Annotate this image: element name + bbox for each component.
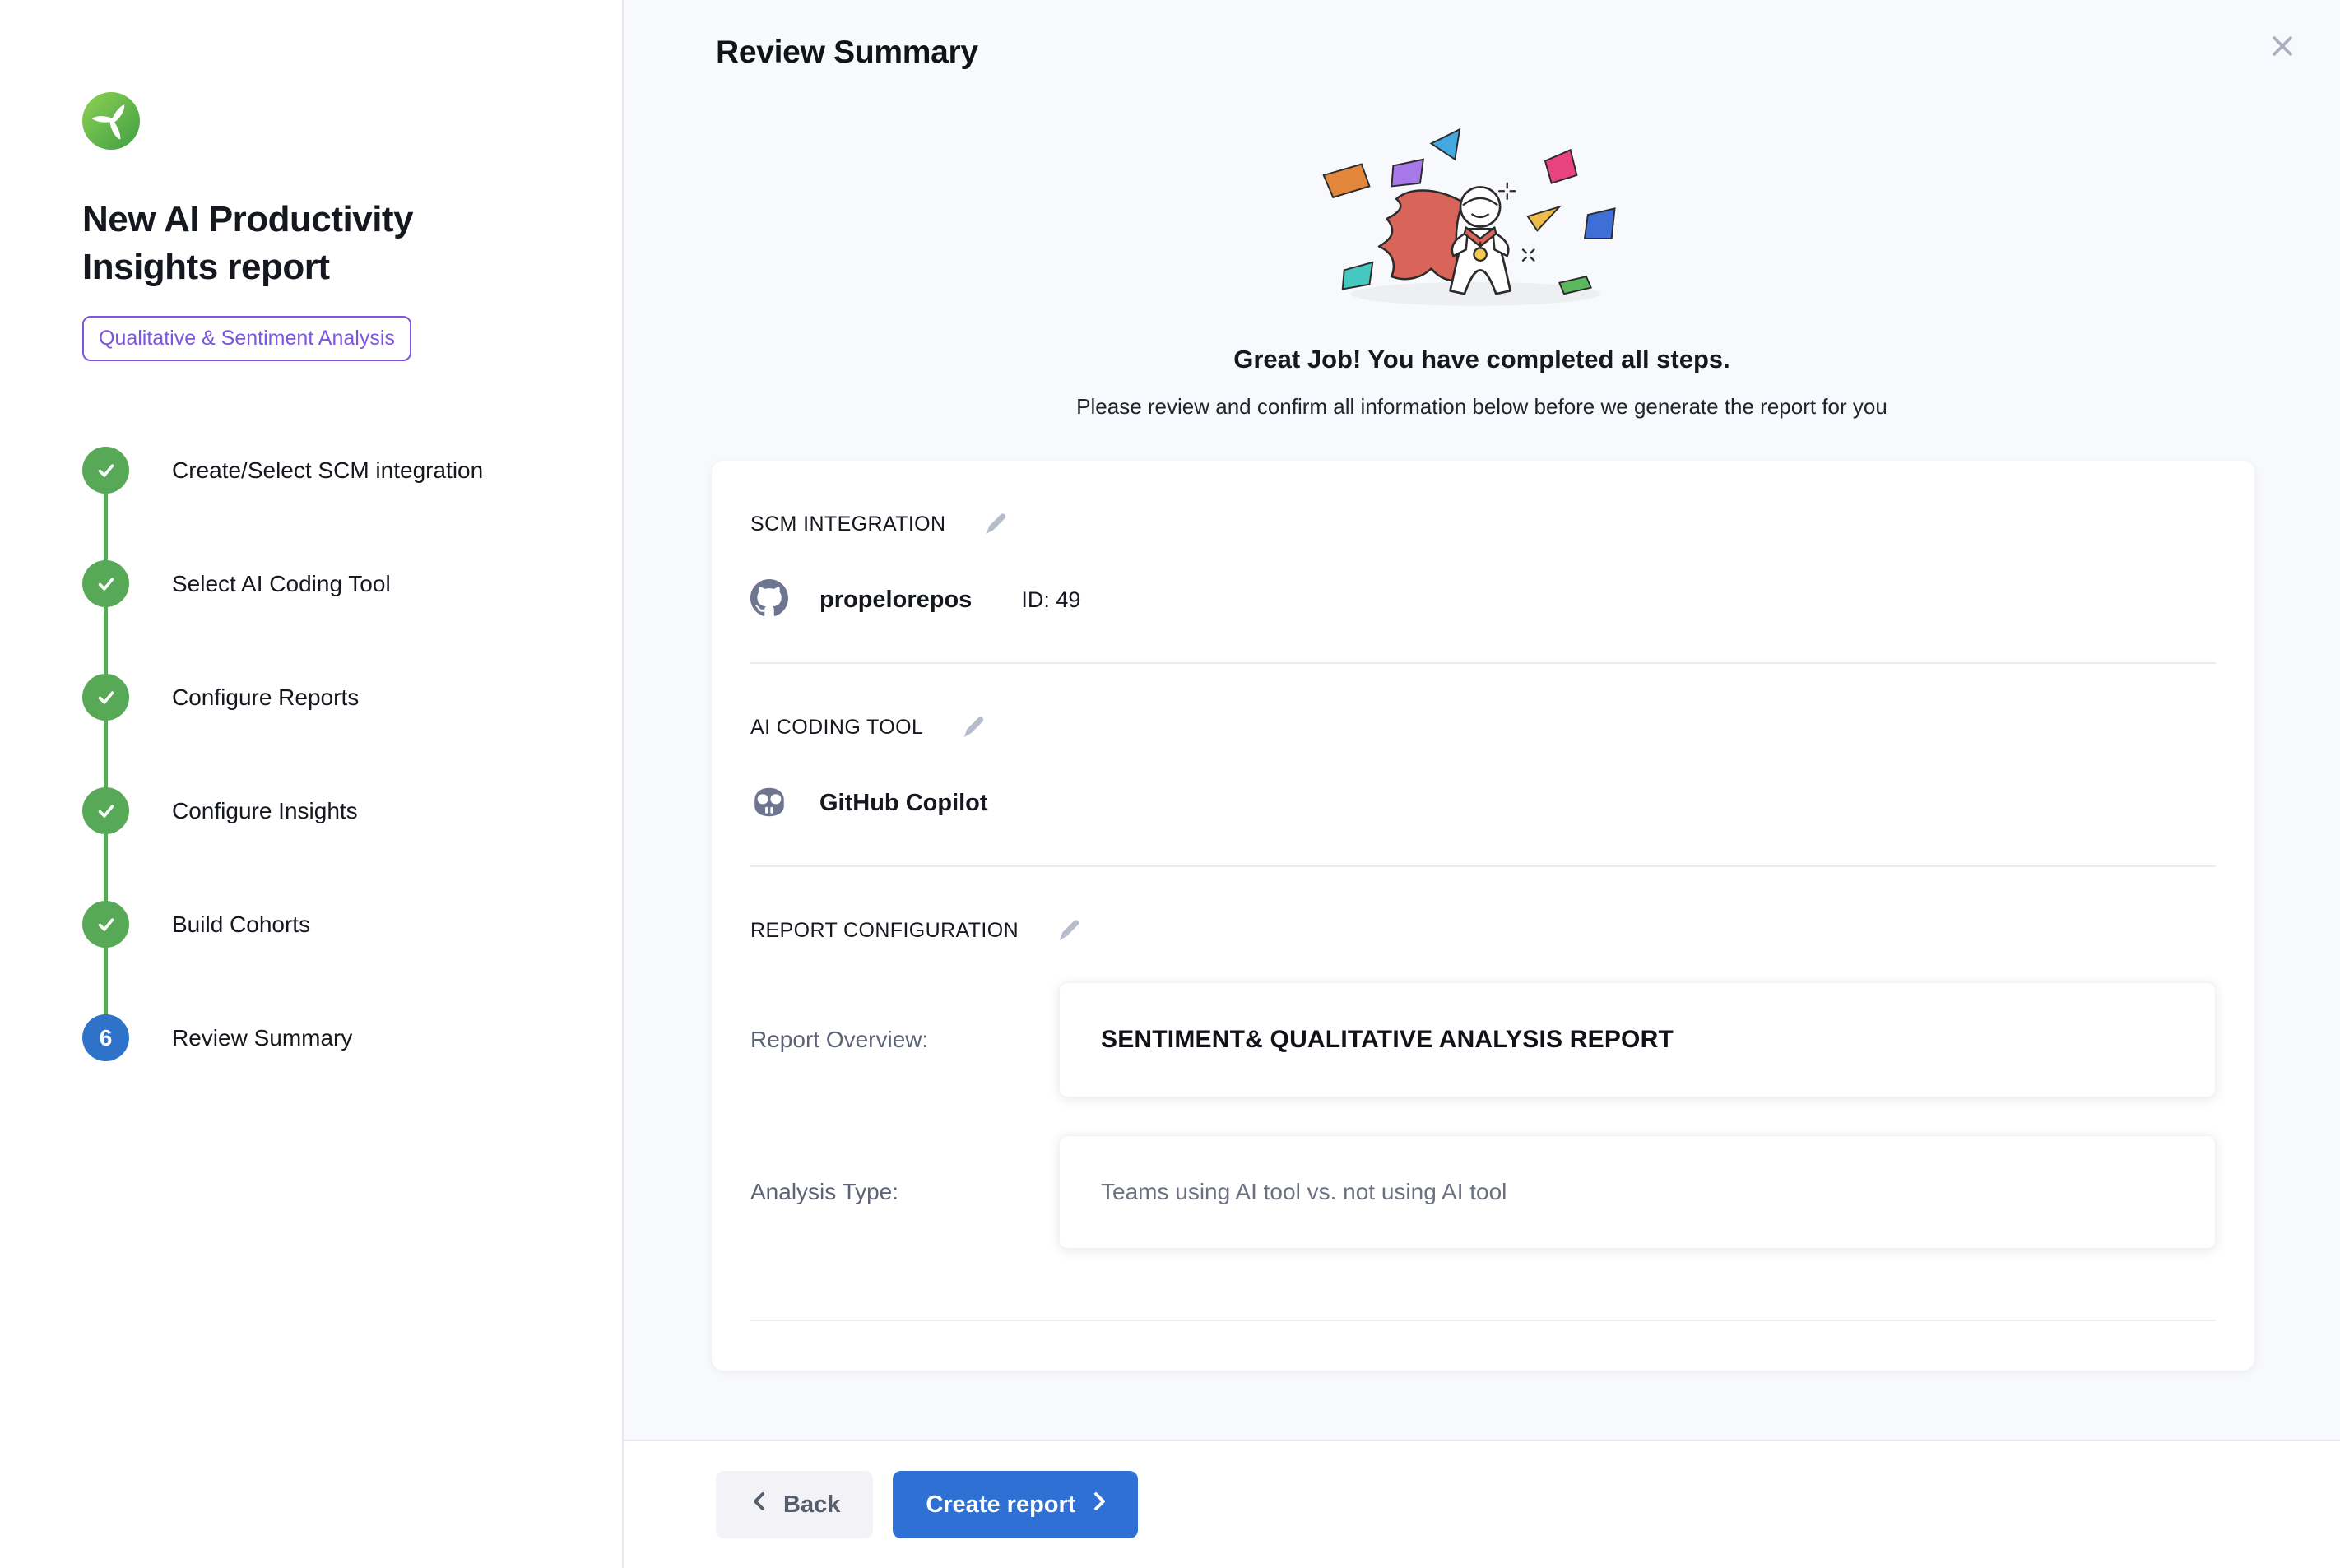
step-label: Select AI Coding Tool (172, 571, 391, 597)
step-build-cohorts[interactable]: Build Cohorts (82, 901, 564, 948)
step-completed-check-icon (82, 674, 129, 721)
chevron-right-icon (1089, 1490, 1110, 1519)
analysis-type-badge: Qualitative & Sentiment Analysis (82, 316, 411, 361)
analysis-type-row: Analysis Type: Teams using AI tool vs. n… (750, 1135, 2216, 1249)
step-label: Build Cohorts (172, 912, 310, 938)
step-current-number-badge: 6 (82, 1014, 129, 1061)
ai-coding-tool-heading: AI CODING TOOL (750, 716, 923, 740)
scm-integration-section: SCM INTEGRATION propelorepos ID: 49 (750, 461, 2216, 664)
create-report-button[interactable]: Create report (893, 1471, 1138, 1538)
scm-integration-heading: SCM INTEGRATION (750, 513, 945, 536)
step-completed-check-icon (82, 787, 129, 834)
back-button[interactable]: Back (716, 1471, 873, 1538)
step-completed-check-icon (82, 901, 129, 948)
report-overview-label: Report Overview: (750, 1027, 1059, 1053)
step-label: Review Summary (172, 1025, 352, 1051)
superhero-celebration-illustration (624, 114, 2340, 323)
completion-message: Great Job! You have completed all steps. (624, 345, 2340, 374)
analysis-type-value-box: Teams using AI tool vs. not using AI too… (1059, 1135, 2216, 1249)
report-wizard-window: New AI Productivity Insights report Qual… (0, 0, 2340, 1568)
edit-ai-coding-tool-button[interactable] (959, 713, 987, 741)
wizard-sidebar: New AI Productivity Insights report Qual… (0, 0, 624, 1568)
completion-instructions: Please review and confirm all informatio… (624, 394, 2340, 420)
step-configure-reports[interactable]: Configure Reports (82, 674, 564, 721)
report-overview-value: SENTIMENT& QUALITATIVE ANALYSIS REPORT (1101, 1026, 1674, 1053)
github-icon (750, 579, 788, 621)
ai-coding-tool-section: AI CODING TOOL (750, 664, 2216, 867)
panel-header: Review Summary (624, 0, 2340, 71)
review-summary-panel: Review Summary (624, 0, 2340, 1568)
card-divider (750, 1320, 2216, 1321)
step-label: Configure Reports (172, 684, 359, 711)
panel-title: Review Summary (716, 35, 978, 70)
analysis-type-label: Analysis Type: (750, 1179, 1059, 1205)
report-configuration-section: REPORT CONFIGURATION Report Overview: SE… (750, 867, 2216, 1321)
step-completed-check-icon (82, 560, 129, 607)
report-overview-value-box: SENTIMENT& QUALITATIVE ANALYSIS REPORT (1059, 982, 2216, 1097)
panel-content: Great Job! You have completed all steps.… (624, 71, 2340, 1440)
wizard-stepper: Create/Select SCM integration Select AI … (82, 447, 564, 1061)
propeller-logo-icon (82, 92, 140, 150)
step-completed-check-icon (82, 447, 129, 494)
chevron-left-icon (749, 1490, 770, 1519)
close-icon[interactable] (2264, 28, 2301, 64)
edit-scm-integration-button[interactable] (982, 510, 1010, 538)
step-review-summary[interactable]: 6 Review Summary (82, 1014, 564, 1061)
ai-coding-tool-name: GitHub Copilot (819, 790, 988, 817)
step-label: Create/Select SCM integration (172, 457, 483, 484)
analysis-type-value: Teams using AI tool vs. not using AI too… (1101, 1179, 1507, 1204)
report-configuration-heading: REPORT CONFIGURATION (750, 919, 1019, 943)
step-configure-insights[interactable]: Configure Insights (82, 787, 564, 834)
step-create-select-scm-integration[interactable]: Create/Select SCM integration (82, 447, 564, 494)
completion-hero: Great Job! You have completed all steps.… (624, 114, 2340, 420)
github-copilot-icon (750, 782, 788, 824)
scm-integration-name: propelorepos (819, 587, 972, 614)
step-select-ai-coding-tool[interactable]: Select AI Coding Tool (82, 560, 564, 607)
wizard-title: New AI Productivity Insights report (82, 196, 527, 291)
step-label: Configure Insights (172, 798, 358, 824)
report-overview-row: Report Overview: SENTIMENT& QUALITATIVE … (750, 982, 2216, 1097)
summary-card: SCM INTEGRATION propelorepos ID: 49 (712, 461, 2254, 1371)
edit-report-configuration-button[interactable] (1055, 916, 1083, 944)
wizard-footer: Back Create report (624, 1440, 2340, 1568)
scm-integration-row: propelorepos ID: 49 (750, 579, 2216, 621)
scm-integration-id: ID: 49 (1021, 587, 1080, 613)
ai-coding-tool-row: GitHub Copilot (750, 782, 2216, 824)
